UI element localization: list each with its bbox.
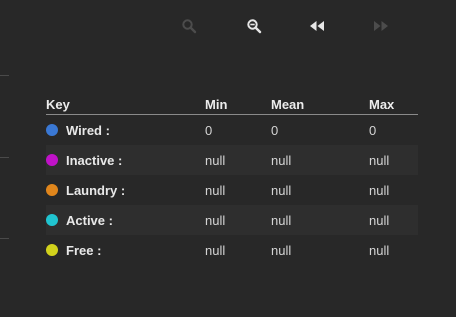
legend-key-cell: Wired : bbox=[46, 123, 205, 138]
series-color-dot bbox=[46, 184, 58, 196]
series-color-dot bbox=[46, 154, 58, 166]
series-max: null bbox=[369, 182, 390, 198]
axis-tick bbox=[0, 75, 9, 76]
zoom-in-icon bbox=[182, 19, 197, 34]
series-max: null bbox=[369, 212, 390, 228]
legend-key-cell: Inactive : bbox=[46, 153, 205, 168]
series-color-dot bbox=[46, 244, 58, 256]
chart-toolbar bbox=[0, 0, 456, 50]
series-label: Wired : bbox=[66, 122, 110, 138]
series-mean: null bbox=[271, 212, 292, 228]
legend-row-free[interactable]: Free : null null null bbox=[46, 235, 418, 265]
series-mean: null bbox=[271, 182, 292, 198]
legend-row-wired[interactable]: Wired : 0 0 0 bbox=[46, 115, 418, 145]
rewind-icon bbox=[310, 21, 324, 31]
series-label: Active : bbox=[66, 212, 113, 228]
legend-table: Key Min Mean Max Wired : 0 0 0 Inactive … bbox=[46, 94, 418, 265]
legend-header-key: Key bbox=[46, 96, 70, 112]
fast-forward-icon bbox=[374, 21, 388, 31]
series-label: Laundry : bbox=[66, 182, 126, 198]
series-min: null bbox=[205, 212, 226, 228]
axis-tick bbox=[0, 157, 9, 158]
zoom-out-button[interactable] bbox=[242, 14, 266, 38]
series-max: null bbox=[369, 242, 390, 258]
series-color-dot bbox=[46, 124, 58, 136]
series-min: null bbox=[205, 182, 226, 198]
legend-header-min: Min bbox=[205, 96, 228, 112]
series-label: Free : bbox=[66, 242, 102, 258]
series-mean: null bbox=[271, 152, 292, 168]
legend-key-cell: Free : bbox=[46, 243, 205, 258]
series-color-dot bbox=[46, 214, 58, 226]
legend-header-mean: Mean bbox=[271, 96, 305, 112]
series-label: Inactive : bbox=[66, 152, 123, 168]
legend-row-laundry[interactable]: Laundry : null null null bbox=[46, 175, 418, 205]
rewind-button[interactable] bbox=[305, 14, 329, 38]
series-mean: 0 bbox=[271, 122, 279, 138]
series-min: null bbox=[205, 242, 226, 258]
legend-row-inactive[interactable]: Inactive : null null null bbox=[46, 145, 418, 175]
legend-header-row: Key Min Mean Max bbox=[46, 94, 418, 115]
series-max: null bbox=[369, 152, 390, 168]
series-max: 0 bbox=[369, 122, 377, 138]
series-min: 0 bbox=[205, 122, 213, 138]
legend-row-active[interactable]: Active : null null null bbox=[46, 205, 418, 235]
legend-key-cell: Active : bbox=[46, 213, 205, 228]
legend-key-cell: Laundry : bbox=[46, 183, 205, 198]
series-min: null bbox=[205, 152, 226, 168]
series-mean: null bbox=[271, 242, 292, 258]
zoom-out-icon bbox=[247, 19, 262, 34]
legend-header-max: Max bbox=[369, 96, 395, 112]
zoom-in-button[interactable] bbox=[177, 14, 201, 38]
axis-tick bbox=[0, 238, 9, 239]
fast-forward-button[interactable] bbox=[369, 14, 393, 38]
